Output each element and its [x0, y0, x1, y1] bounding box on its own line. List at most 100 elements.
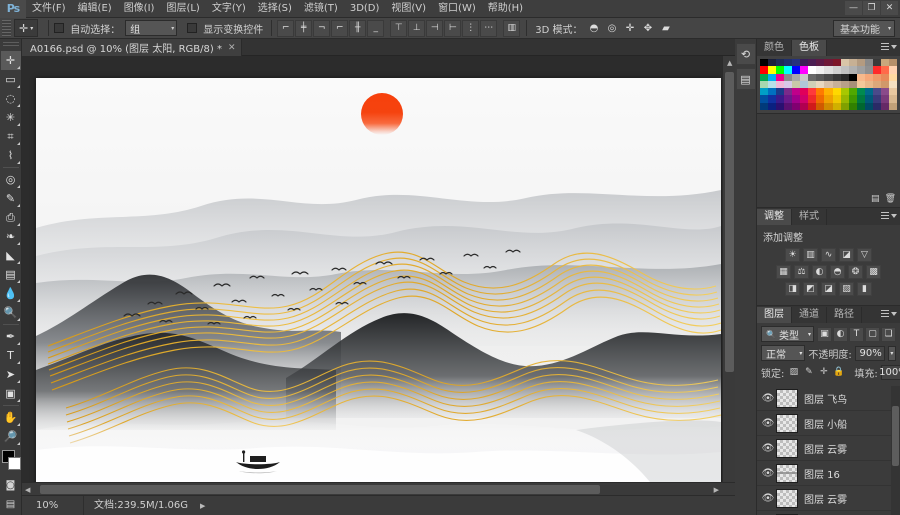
layer-visibility-toggle[interactable]: 👁 [760, 418, 776, 429]
curves-button[interactable]: ∿ [821, 248, 836, 263]
pixel-layer-filter-button[interactable]: ▣ [817, 326, 832, 342]
color-swatch[interactable] [824, 66, 833, 74]
move-tool[interactable]: ✛ [0, 51, 21, 70]
color-swatch[interactable] [824, 95, 833, 103]
color-swatch[interactable] [888, 102, 897, 111]
auto-align-layers-button[interactable]: ▥ [503, 19, 521, 37]
color-swatch[interactable] [880, 73, 889, 81]
color-swatch[interactable] [800, 66, 809, 74]
magic-wand-tool[interactable]: ✳ [1, 108, 21, 127]
color-swatch[interactable] [856, 102, 865, 111]
menu-item-7[interactable]: 3D(D) [344, 0, 386, 18]
color-lookup-button[interactable]: ▩ [866, 265, 881, 280]
color-swatch[interactable] [880, 59, 889, 67]
options-bar-grip[interactable] [2, 19, 11, 37]
color-swatch[interactable] [816, 95, 825, 103]
scroll-up-icon[interactable]: ▲ [727, 59, 732, 67]
color-swatch[interactable] [768, 102, 777, 111]
align-left-edges-button[interactable]: ⌐ [277, 19, 295, 37]
color-swatch[interactable] [880, 95, 889, 103]
color-swatch[interactable] [768, 80, 777, 89]
pen-tool[interactable]: ✒ [1, 327, 21, 346]
lock-all-button[interactable]: 🔒 [832, 366, 845, 379]
type-layer-filter-button[interactable]: T [849, 326, 864, 342]
layer-row[interactable]: 👁 图层 云雾 [757, 486, 900, 512]
color-swatch[interactable] [776, 59, 785, 67]
color-swatch[interactable] [784, 73, 793, 81]
color-swatch[interactable] [784, 102, 793, 111]
scroll-right-icon[interactable]: ▶ [714, 486, 719, 494]
color-swatch[interactable] [768, 73, 777, 81]
levels-button[interactable]: ▥ [803, 248, 818, 263]
menu-item-0[interactable]: 文件(F) [26, 0, 72, 18]
color-swatch[interactable] [872, 80, 881, 89]
clone-stamp-tool[interactable]: ⎙ [1, 208, 21, 227]
color-swatch[interactable] [856, 95, 865, 103]
fill-value[interactable]: 100% [879, 364, 900, 380]
color-swatch[interactable] [816, 88, 825, 96]
color-swatch[interactable] [800, 73, 809, 81]
photo-filter-button[interactable]: ◓ [830, 265, 845, 280]
zoom-level[interactable]: 10% [22, 495, 84, 515]
threshold-button[interactable]: ◪ [821, 282, 836, 297]
color-swatch[interactable] [864, 59, 873, 67]
new-swatch-icon[interactable]: ▤ [871, 194, 880, 204]
color-swatch[interactable] [888, 73, 897, 81]
color-swatch-control[interactable] [0, 450, 22, 474]
color-swatch[interactable] [848, 80, 857, 89]
menu-item-1[interactable]: 编辑(E) [72, 0, 118, 18]
color-swatch[interactable] [792, 59, 801, 67]
color-swatch[interactable] [888, 59, 897, 67]
layer-list[interactable]: 👁图层 飞鸟👁图层 小船👁图层 云雾👁图层 16👁图层 云雾👁图层 15👁图层 … [757, 386, 900, 515]
color-swatch[interactable] [800, 88, 809, 96]
layer-row[interactable]: 👁图层 15 [757, 511, 900, 515]
color-swatch[interactable] [776, 95, 785, 103]
color-swatch[interactable] [832, 102, 841, 111]
align-bottom-edges-button[interactable]: _ [367, 19, 385, 37]
layer-thumbnail[interactable] [776, 388, 798, 408]
color-swatch[interactable] [816, 66, 825, 74]
panel-menu-button[interactable] [881, 212, 897, 220]
color-swatch[interactable] [880, 80, 889, 89]
tab-swatches[interactable]: 色板 [792, 40, 827, 56]
auto-select-scope-dropdown[interactable]: 组 ▾ [125, 20, 178, 36]
hue-saturation-button[interactable]: ▦ [776, 265, 791, 280]
hand-tool[interactable]: ✋ [1, 408, 21, 427]
workspace-switcher[interactable]: 基本功能 ▾ [833, 19, 895, 37]
color-swatch[interactable] [856, 80, 865, 89]
layer-thumbnail[interactable] [776, 488, 798, 508]
layer-filter-type-dropdown[interactable]: 🔍 类型 ▾ [761, 326, 814, 343]
history-panel-button[interactable]: ⟲ [735, 43, 756, 65]
3d-roll-button[interactable]: ◎ [603, 20, 620, 37]
color-swatch[interactable] [872, 102, 881, 111]
color-swatch[interactable] [776, 80, 785, 89]
menu-item-4[interactable]: 文字(Y) [206, 0, 252, 18]
color-swatch[interactable] [768, 59, 777, 67]
align-vertical-centers-button[interactable]: ╫ [349, 19, 367, 37]
horizontal-scroll-thumb[interactable] [40, 485, 600, 494]
layer-visibility-toggle[interactable]: 👁 [760, 468, 776, 479]
color-swatch[interactable] [880, 66, 889, 74]
color-swatch[interactable] [816, 59, 825, 67]
rectangle-tool[interactable]: ▣ [1, 384, 21, 403]
color-swatch[interactable] [792, 88, 801, 96]
smart-object-filter-button[interactable]: ❏ [881, 326, 896, 342]
tab-styles[interactable]: 样式 [792, 209, 827, 226]
color-swatch[interactable] [864, 95, 873, 103]
color-swatch[interactable] [808, 80, 817, 89]
color-swatch[interactable] [776, 102, 785, 111]
layer-row[interactable]: 👁 图层 小船 [757, 411, 900, 437]
scroll-left-icon[interactable]: ◀ [25, 486, 30, 494]
lasso-tool[interactable]: ◌ [1, 89, 21, 108]
color-swatch[interactable] [864, 102, 873, 111]
lock-transparent-pixels-button[interactable]: ▨ [787, 366, 800, 379]
color-swatch[interactable] [832, 59, 841, 67]
color-swatch[interactable] [784, 88, 793, 96]
color-swatch[interactable] [808, 88, 817, 96]
menu-item-9[interactable]: 窗口(W) [432, 0, 482, 18]
opacity-value[interactable]: 90% [854, 345, 885, 361]
gradient-tool[interactable]: ▤ [1, 265, 21, 284]
black-white-button[interactable]: ◐ [812, 265, 827, 280]
menu-item-5[interactable]: 选择(S) [252, 0, 298, 18]
color-swatch[interactable] [848, 73, 857, 81]
